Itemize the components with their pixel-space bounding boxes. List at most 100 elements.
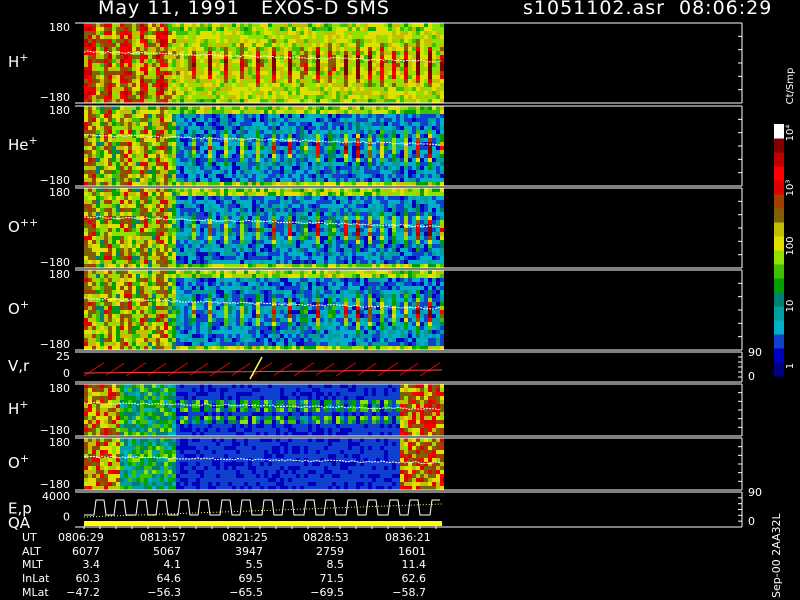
heatmap-cell (296, 150, 300, 154)
heatmap-cell (256, 114, 260, 118)
heatmap-cell (128, 248, 132, 252)
heatmap-cell (288, 232, 292, 236)
heatmap-cell (196, 216, 200, 220)
heatmap-cell (196, 212, 200, 216)
heatmap-cell (236, 212, 240, 216)
heatmap-cell (196, 170, 200, 174)
heatmap-cell (252, 158, 256, 162)
heatmap-cell (260, 35, 264, 39)
heatmap-cell (240, 244, 244, 248)
heatmap-cell (212, 196, 216, 200)
heatmap-cell (416, 31, 420, 35)
heatmap-cell (256, 188, 260, 192)
heatmap-cell (140, 212, 144, 216)
heatmap-cell (352, 252, 356, 256)
heatmap-cell (128, 178, 132, 182)
heatmap-cell (424, 79, 428, 83)
heatmap-cell (152, 75, 156, 79)
heatmap-cell (252, 106, 256, 110)
heatmap-cell (280, 106, 284, 110)
heatmap-cell (264, 39, 268, 43)
heatmap-cell (284, 260, 288, 264)
heatmap-cell (316, 154, 320, 158)
heatmap-cell (112, 182, 116, 186)
heatmap-cell (400, 35, 404, 39)
heatmap-cell (232, 83, 236, 87)
heatmap-cell (300, 27, 304, 31)
heatmap-cell (404, 122, 408, 126)
heatmap-cell (252, 150, 256, 154)
heatmap-cell (280, 166, 284, 170)
heatmap-cell (300, 188, 304, 192)
heatmap-cell (284, 204, 288, 208)
heatmap-cell (312, 39, 316, 43)
heatmap-cell (136, 95, 140, 99)
heatmap-cell (100, 110, 104, 114)
heatmap-cell (344, 174, 348, 178)
heatmap-cell (344, 204, 348, 208)
heatmap-cell (180, 43, 184, 47)
heatmap-cell (164, 220, 168, 224)
heatmap-cell (428, 75, 432, 79)
heatmap-cell (240, 216, 244, 220)
heatmap-cell (168, 170, 172, 174)
heatmap-cell (312, 248, 316, 252)
heatmap-cell (228, 47, 232, 51)
heatmap-cell (124, 55, 128, 59)
heatmap-cell (416, 99, 420, 103)
heatmap-cell (220, 208, 224, 212)
heatmap-cell (244, 75, 248, 79)
heatmap-cell (364, 71, 368, 75)
heatmap-cell (280, 244, 284, 248)
heatmap-cell (132, 264, 136, 268)
heatmap-cell (324, 63, 328, 67)
heatmap-cell (176, 252, 180, 256)
heatmap-cell (156, 260, 160, 264)
heatmap-cell (280, 87, 284, 91)
heatmap-cell (152, 182, 156, 186)
heatmap-cell (272, 83, 276, 87)
heatmap-cell (192, 106, 196, 110)
heatmap-cell (296, 192, 300, 196)
heatmap-cell (152, 59, 156, 63)
heatmap-cell (272, 212, 276, 216)
heatmap-cell (216, 75, 220, 79)
heatmap-cell (268, 110, 272, 114)
heatmap-cell (360, 47, 364, 51)
heatmap-cell (364, 118, 368, 122)
heatmap-cell (288, 248, 292, 252)
heatmap-cell (208, 260, 212, 264)
heatmap-cell (416, 162, 420, 166)
heatmap-cell (228, 71, 232, 75)
heatmap-cell (216, 126, 220, 130)
heatmap-cell (324, 256, 328, 260)
heatmap-cell (272, 146, 276, 150)
heatmap-cell (360, 174, 364, 178)
heatmap-cell (136, 166, 140, 170)
heatmap-cell (316, 228, 320, 232)
heatmap-cell (120, 178, 124, 182)
heatmap-cell (160, 154, 164, 158)
heatmap-cell (136, 59, 140, 63)
heatmap-cell (180, 63, 184, 67)
heatmap-cell (108, 55, 112, 59)
heatmap-cell (180, 204, 184, 208)
heatmap-cell (236, 99, 240, 103)
heatmap-cell (188, 79, 192, 83)
heatmap-cell (188, 118, 192, 122)
heatmap-cell (204, 106, 208, 110)
heatmap-cell (260, 142, 264, 146)
heatmap-cell (408, 154, 412, 158)
heatmap-cell (220, 150, 224, 154)
heatmap-cell (364, 75, 368, 79)
heatmap-cell (100, 27, 104, 31)
heatmap-cell (164, 244, 168, 248)
heatmap-cell (244, 224, 248, 228)
heatmap-cell (248, 63, 252, 67)
heatmap-cell (88, 224, 92, 228)
heatmap-cell (220, 106, 224, 110)
heatmap-cell (116, 99, 120, 103)
heatmap-cell (240, 200, 244, 204)
heatmap-cell (364, 55, 368, 59)
heatmap-cell (92, 204, 96, 208)
